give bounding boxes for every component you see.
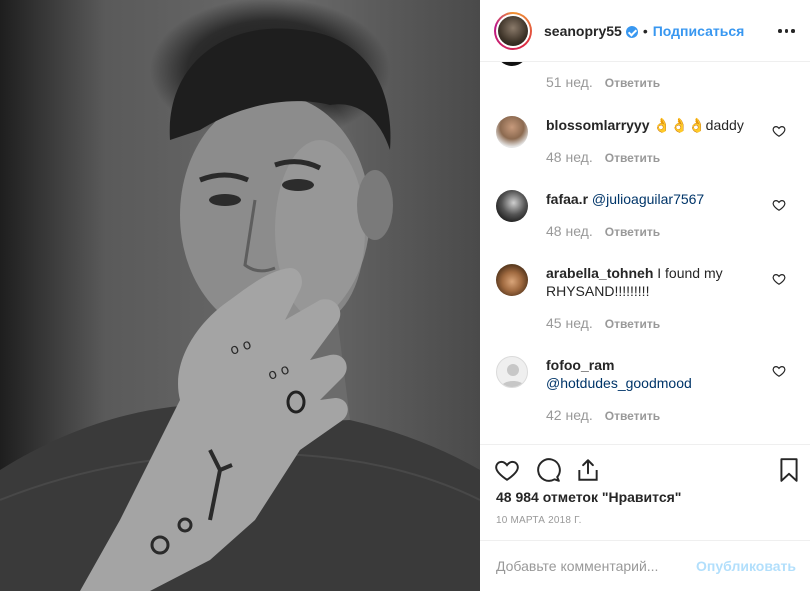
share-icon[interactable] (575, 457, 601, 483)
like-comment-heart-icon[interactable] (772, 272, 786, 286)
comment-body: fafaa.r @julioaguilar7567 (546, 190, 766, 208)
comment-avatar[interactable] (496, 62, 528, 66)
post-side-panel: seanopry55 • Подписаться 51 нед. Ответить… (480, 0, 810, 591)
author-username[interactable]: seanopry55 (544, 23, 622, 39)
comment-mention[interactable]: @julioaguilar7567 (592, 191, 704, 207)
comment-mention[interactable]: @hotdudes_goodmood (546, 375, 692, 391)
like-heart-icon[interactable] (494, 457, 520, 483)
like-comment-heart-icon[interactable] (772, 364, 786, 378)
author-avatar[interactable] (494, 11, 532, 50)
comment-time[interactable]: 48 нед. (546, 149, 593, 165)
comment-body: blossomlarryyy 👌👌👌daddy (546, 116, 766, 134)
comment-avatar[interactable] (496, 264, 528, 296)
comment-time[interactable]: 45 нед. (546, 315, 593, 331)
like-comment-heart-icon[interactable] (772, 124, 786, 138)
comment-body: arabella_tohneh I found my RHYSAND!!!!!!… (546, 264, 766, 300)
likes-count[interactable]: 48 984 отметок "Нравится" (496, 489, 681, 505)
portrait-illustration: o o o o (0, 28, 480, 591)
bookmark-icon[interactable] (776, 457, 802, 483)
comment-meta: 42 нед. Ответить (546, 407, 660, 423)
comment-input[interactable] (496, 558, 697, 574)
comment-text: 👌👌👌daddy (653, 117, 744, 133)
comment-username[interactable]: arabella_tohneh (546, 265, 653, 281)
add-comment-section: Опубликовать (480, 540, 810, 591)
reply-button[interactable]: Ответить (605, 76, 660, 90)
comment-time[interactable]: 51 нед. (546, 74, 593, 90)
comments-list[interactable]: 51 нед. Ответить blossomlarryyy 👌👌👌daddy … (480, 62, 810, 444)
post-comment-button[interactable]: Опубликовать (696, 558, 796, 574)
comment-body: fofoo_ram @hotdudes_goodmood (546, 356, 766, 392)
post-photo[interactable]: o o o o (0, 0, 480, 591)
comment-meta: 48 нед. Ответить (546, 223, 660, 239)
header-separator: • (642, 22, 648, 39)
comment-avatar[interactable] (496, 190, 528, 222)
comment-username[interactable]: fofoo_ram (546, 357, 614, 373)
comment-bubble-icon[interactable] (535, 457, 561, 483)
comment-time[interactable]: 48 нед. (546, 223, 593, 239)
reply-button[interactable]: Ответить (605, 409, 660, 423)
post-actions-bar (480, 444, 810, 494)
reply-button[interactable]: Ответить (605, 151, 660, 165)
reply-button[interactable]: Ответить (605, 317, 660, 331)
comment-avatar[interactable] (496, 116, 528, 148)
follow-button[interactable]: Подписаться (653, 23, 745, 39)
post-date[interactable]: 10 марта 2018 г. (496, 515, 582, 526)
comment-username[interactable]: blossomlarryyy (546, 117, 650, 133)
reply-button[interactable]: Ответить (605, 225, 660, 239)
like-comment-heart-icon[interactable] (772, 198, 786, 212)
comment-avatar[interactable] (496, 356, 528, 388)
comment-meta: 45 нед. Ответить (546, 315, 660, 331)
comment-meta: 51 нед. Ответить (546, 74, 660, 90)
post-header: seanopry55 • Подписаться (480, 0, 810, 62)
verified-badge-icon (625, 25, 638, 38)
default-avatar-icon (501, 364, 525, 387)
more-options-icon[interactable] (778, 22, 796, 40)
comment-meta: 48 нед. Ответить (546, 149, 660, 165)
comment-time[interactable]: 42 нед. (546, 407, 593, 423)
comment-username[interactable]: fafaa.r (546, 191, 588, 207)
